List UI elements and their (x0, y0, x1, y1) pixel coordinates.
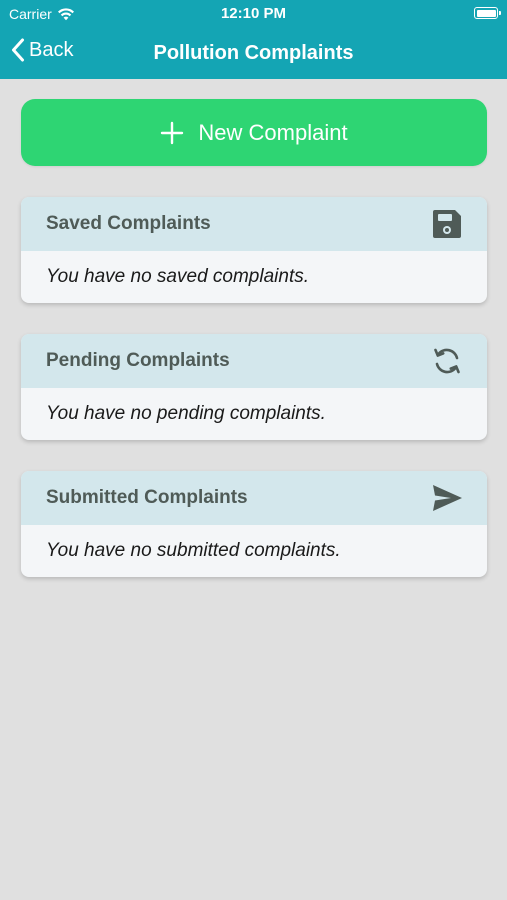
empty-message: You have no pending complaints. (46, 403, 326, 424)
section-title: Pending Complaints (46, 350, 230, 371)
submitted-complaints-header[interactable]: Submitted Complaints (21, 471, 487, 525)
pending-complaints-header[interactable]: Pending Complaints (21, 334, 487, 388)
empty-message: You have no submitted complaints. (46, 540, 341, 561)
new-complaint-button[interactable]: New Complaint (21, 99, 487, 166)
status-bar: Carrier 12:10 PM (0, 0, 507, 28)
pending-complaints-body: You have no pending complaints. (21, 388, 487, 440)
saved-complaints-header[interactable]: Saved Complaints (21, 197, 487, 251)
plus-icon (161, 121, 184, 144)
status-time: 12:10 PM (220, 5, 287, 22)
page-title: Pollution Complaints (153, 42, 354, 64)
saved-complaints-section: Saved Complaints You have no saved compl… (21, 197, 487, 303)
pending-complaints-section: Pending Complaints You have no pending c… (21, 334, 487, 440)
floppy-disk-icon (433, 210, 461, 238)
new-complaint-label: New Complaint (198, 119, 348, 145)
submitted-complaints-section: Submitted Complaints You have no submitt… (21, 471, 487, 577)
battery-icon (474, 7, 501, 19)
submitted-complaints-body: You have no submitted complaints. (21, 525, 487, 577)
section-title: Saved Complaints (46, 213, 211, 234)
sync-icon (434, 348, 460, 374)
saved-complaints-body: You have no saved complaints. (21, 251, 487, 303)
section-title: Submitted Complaints (46, 487, 248, 508)
send-icon (433, 485, 462, 511)
empty-message: You have no saved complaints. (46, 266, 310, 287)
navigation-bar: Back Pollution Complaints (0, 28, 507, 79)
